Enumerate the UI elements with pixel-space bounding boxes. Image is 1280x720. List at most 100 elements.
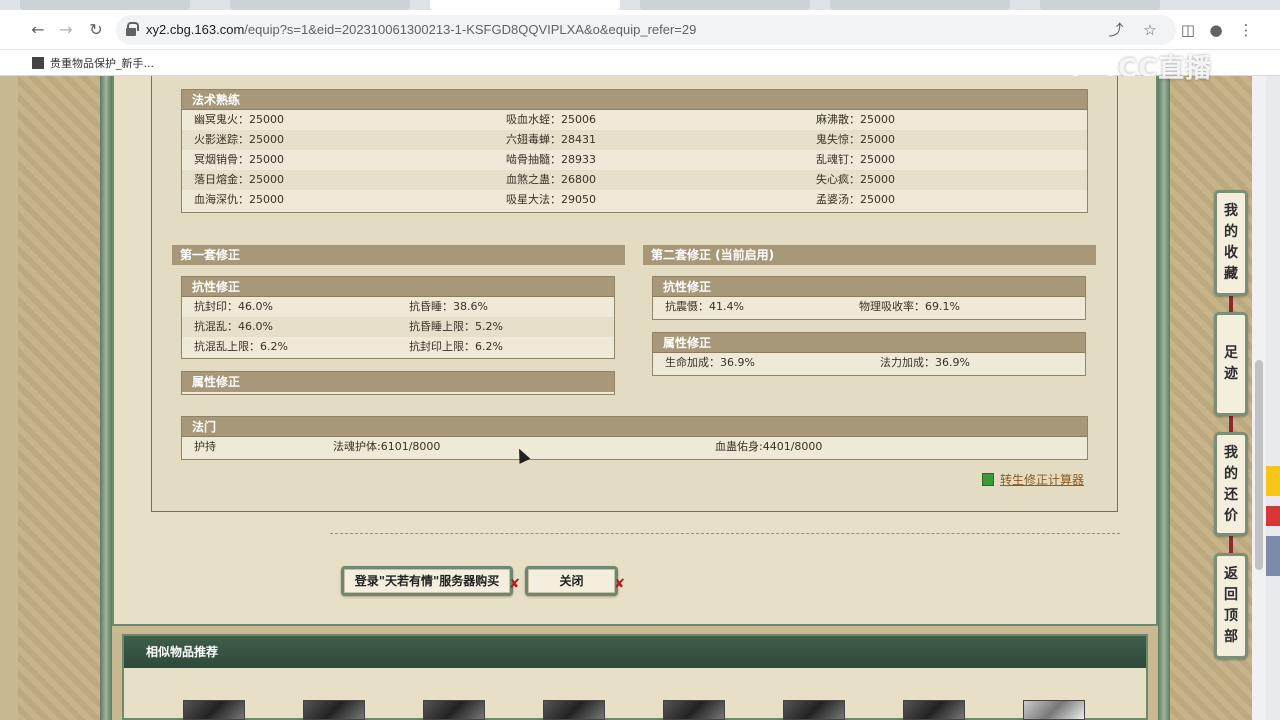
set2-attr-section: 属性修正 生命加成：36.9% 法力加成：36.9% xyxy=(652,332,1086,376)
table-row: 抗混乱：46.0% 抗昏睡上限：5.2% xyxy=(182,317,614,337)
table-row: 抗震慑：41.4% 物理吸收率：69.1% xyxy=(653,297,1085,317)
set1-attr-section: 属性修正 xyxy=(181,371,615,395)
profile-icon[interactable]: ● xyxy=(1206,20,1226,40)
stat-cell: 抗震慑：41.4% xyxy=(665,300,744,313)
reincarnation-calculator-link[interactable]: 转生修正计算器 xyxy=(982,471,1084,488)
spell-cell: 乱魂钉：25000 xyxy=(816,153,895,166)
section-title: 法术熟练 xyxy=(182,90,1087,110)
spell-cell: 火影迷踪：25000 xyxy=(194,133,284,146)
stat-cell: 物理吸收率：69.1% xyxy=(859,300,960,313)
sidepanel-icon[interactable]: ◫ xyxy=(1178,20,1198,40)
stat-cell: 生命加成：36.9% xyxy=(665,356,755,369)
url-text: xy2.cbg.163.com/equip?s=1&eid=2023100613… xyxy=(146,22,696,37)
famen-cell: 护持 xyxy=(194,440,216,453)
spell-cell: 幽冥鬼火：25000 xyxy=(194,113,284,126)
nav-back-to-top[interactable]: 返回顶部 xyxy=(1214,553,1248,659)
reload-icon[interactable]: ↻ xyxy=(86,20,106,40)
adjacent-block xyxy=(1266,506,1280,526)
spell-cell: 失心疯：25000 xyxy=(816,173,895,186)
tab-strip xyxy=(0,0,1280,10)
stat-cell: 法力加成：36.9% xyxy=(880,356,970,369)
correction-set2-title: 第二套修正 (当前启用) xyxy=(643,245,1096,265)
lock-icon xyxy=(126,22,139,36)
stat-cell: 抗混乱：46.0% xyxy=(194,320,273,333)
section-title: 抗性修正 xyxy=(182,277,614,297)
table-row: 冥烟销骨：25000 啮骨抽髓：28933 乱魂钉：25000 xyxy=(182,150,1087,170)
close-button[interactable]: 关闭 ✘ xyxy=(525,566,625,596)
browser-tab-active[interactable] xyxy=(430,0,620,10)
share-icon[interactable]: ⤴ xyxy=(1106,20,1126,40)
stat-cell: 抗封印上限：6.2% xyxy=(409,340,503,353)
famen-cell: 血蛊佑身:4401/8000 xyxy=(715,440,823,453)
scrollbar-thumb[interactable] xyxy=(1255,360,1263,570)
spell-cell: 鬼失惊：25000 xyxy=(816,133,895,146)
decor-pattern-left xyxy=(18,76,100,720)
table-row: 护持 法魂护体:6101/8000 血蛊佑身:4401/8000 xyxy=(182,437,1087,457)
url-host: xy2.cbg.163.com xyxy=(146,22,245,37)
spell-cell: 血海深仇：25000 xyxy=(194,193,284,206)
adjacent-block xyxy=(1266,466,1280,496)
correction-set1-title: 第一套修正 xyxy=(172,245,625,265)
set1-resist-section: 抗性修正 抗封印：46.0% 抗昏睡：38.6% 抗混乱：46.0% 抗昏睡上限… xyxy=(181,276,615,359)
star-icon[interactable]: ☆ xyxy=(1140,20,1160,40)
calculator-icon xyxy=(982,473,994,486)
menu-icon[interactable]: ⋮ xyxy=(1236,20,1256,40)
forward-icon[interactable]: → xyxy=(56,20,76,40)
spell-cell: 吸星大法：29050 xyxy=(506,193,596,206)
bookmark-icon xyxy=(32,57,44,69)
stat-cell: 抗昏睡：38.6% xyxy=(409,300,488,313)
close-mark-icon: ✘ xyxy=(614,577,625,592)
similar-item-thumb[interactable] xyxy=(663,700,725,720)
similar-items-title: 相似物品推荐 xyxy=(124,636,1146,668)
spell-cell: 血煞之蛊：26800 xyxy=(506,173,596,186)
nav-connector xyxy=(1229,535,1233,555)
adjacent-block xyxy=(1266,536,1280,576)
spell-cell: 落日熔金：25000 xyxy=(194,173,284,186)
spell-cell: 六翅毒蝉：28431 xyxy=(506,133,596,146)
set2-resist-section: 抗性修正 抗震慑：41.4% 物理吸收率：69.1% xyxy=(652,276,1086,320)
similar-item-thumb[interactable] xyxy=(543,700,605,720)
similar-item-thumb[interactable] xyxy=(423,700,485,720)
stat-cell: 抗封印：46.0% xyxy=(194,300,273,313)
login-buy-button[interactable]: 登录"天若有情"服务器购买 ✘ xyxy=(341,566,520,596)
famen-cell: 法魂护体:6101/8000 xyxy=(333,440,441,453)
close-mark-icon: ✘ xyxy=(509,577,520,592)
address-bar[interactable]: xy2.cbg.163.com/equip?s=1&eid=2023100613… xyxy=(116,15,1176,45)
browser-toolbar: ← → ↻ xy2.cbg.163.com/equip?s=1&eid=2023… xyxy=(0,10,1280,50)
table-row: 血海深仇：25000 吸星大法：29050 孟婆汤：25000 xyxy=(182,190,1087,210)
bookmark-item[interactable]: 贵重物品保护_新手... xyxy=(32,55,154,71)
spell-cell: 孟婆汤：25000 xyxy=(816,193,895,206)
spell-cell: 冥烟销骨：25000 xyxy=(194,153,284,166)
stat-cell: 抗混乱上限：6.2% xyxy=(194,340,288,353)
browser-tab[interactable] xyxy=(20,0,190,10)
section-title: 法门 xyxy=(182,417,1087,437)
famen-section: 法门 护持 法魂护体:6101/8000 血蛊佑身:4401/8000 xyxy=(181,416,1088,460)
browser-tab[interactable] xyxy=(1040,0,1160,10)
nav-footprints[interactable]: 足迹 xyxy=(1214,312,1248,416)
table-row: 火影迷踪：25000 六翅毒蝉：28431 鬼失惊：25000 xyxy=(182,130,1087,150)
table-row: 幽冥鬼火：25000 吸血水蛭：25006 麻沸散：25000 xyxy=(182,110,1087,130)
section-title: 属性修正 xyxy=(182,372,614,392)
section-title: 抗性修正 xyxy=(653,277,1085,297)
browser-tab[interactable] xyxy=(830,0,1010,10)
table-row: 生命加成：36.9% 法力加成：36.9% xyxy=(653,353,1085,373)
table-row: 落日熔金：25000 血煞之蛊：26800 失心疯：25000 xyxy=(182,170,1087,190)
nav-my-offers[interactable]: 我的还价 xyxy=(1214,432,1248,536)
similar-item-thumb[interactable] xyxy=(903,700,965,720)
spell-mastery-section: 法术熟练 幽冥鬼火：25000 吸血水蛭：25006 麻沸散：25000 火影迷… xyxy=(181,89,1088,213)
nav-connector xyxy=(1229,414,1233,434)
similar-item-thumb[interactable] xyxy=(303,700,365,720)
similar-item-thumb[interactable] xyxy=(1023,700,1085,720)
similar-item-thumb[interactable] xyxy=(183,700,245,720)
section-title: 属性修正 xyxy=(653,333,1085,353)
browser-tab[interactable] xyxy=(640,0,810,10)
spell-cell: 麻沸散：25000 xyxy=(816,113,895,126)
decor-frame-left xyxy=(100,76,112,720)
adjacent-window-strip xyxy=(1266,76,1280,720)
browser-tab[interactable] xyxy=(230,0,410,10)
nav-my-favorites[interactable]: 我的收藏 xyxy=(1214,190,1248,296)
back-icon[interactable]: ← xyxy=(28,20,48,40)
bookmark-label: 贵重物品保护_新手... xyxy=(50,57,154,70)
similar-item-thumb[interactable] xyxy=(783,700,845,720)
divider xyxy=(330,533,1120,534)
